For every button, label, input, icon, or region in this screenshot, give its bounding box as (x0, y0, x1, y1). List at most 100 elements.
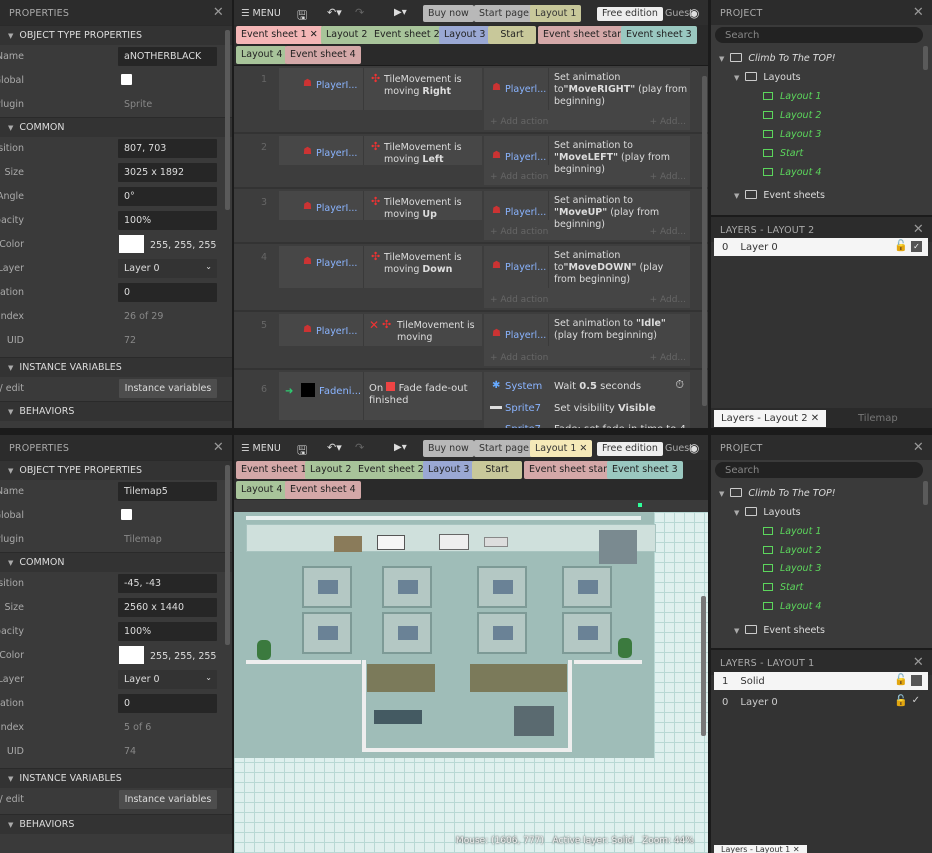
search-input[interactable]: Search (715, 462, 923, 478)
action-block[interactable]: ☗ Playerl... Set animation to"MoveRIGHT" (… (484, 68, 690, 130)
action-block[interactable]: ☗ Playerl... Set animation to"MoveDOWN" (p… (484, 246, 690, 308)
layer-row[interactable]: 1 Solid 🔓 (714, 672, 928, 690)
tree-event-sheets[interactable]: ▼ Event sheets (734, 625, 825, 636)
close-icon[interactable]: ✕ (913, 222, 924, 237)
tree-item-layout3[interactable]: Layout 3 (763, 563, 821, 574)
expand-icon[interactable]: ▼ (734, 192, 739, 200)
add-action-link[interactable]: + Add action (490, 227, 548, 237)
tree-item-layout1[interactable]: Layout 1 (763, 526, 821, 537)
angle-field[interactable]: 0° (118, 187, 217, 206)
close-icon[interactable]: ✕ (913, 440, 924, 455)
close-icon[interactable]: ✕ (213, 440, 224, 455)
user-icon[interactable]: ◉ (689, 440, 699, 457)
tab-tilemap[interactable]: Tilemap (858, 413, 898, 424)
start-page-tab[interactable]: Start page (474, 440, 534, 457)
layout1-tab[interactable]: Layout 1 ✕ (530, 440, 593, 457)
tab-layout-3[interactable]: Layout 3 (423, 461, 475, 479)
add-action-link[interactable]: + Add action (490, 172, 548, 182)
color-value[interactable]: 255, 255, 255 (150, 651, 216, 662)
expand-icon[interactable]: ▼ (719, 490, 724, 498)
section-instance-vars[interactable]: INSTANCE VARIABLES (0, 357, 232, 377)
layer-select[interactable]: Layer 0 ⌄ (118, 259, 217, 278)
tab-event-sheet-start[interactable]: Event sheet start (538, 26, 630, 44)
tree-item-layout4[interactable]: Layout 4 (763, 167, 821, 178)
tab-layout-4[interactable]: Layout 4 (236, 481, 288, 499)
section-behaviors[interactable]: BEHAVIORS (0, 401, 232, 421)
tab-event-sheet-1[interactable]: Event sheet 1 ✕ (236, 26, 323, 44)
color-swatch[interactable] (119, 235, 144, 253)
tree-item-layout2[interactable]: Layout 2 (763, 545, 821, 556)
expand-icon[interactable]: ▼ (719, 55, 724, 63)
tab-layout-3[interactable]: Layout 3 (439, 26, 491, 44)
condition-block[interactable]: ☗ PlayerI... ✣ TileMovement is moving Left (279, 136, 482, 165)
tab-event-sheet-4[interactable]: Event sheet 4 (285, 46, 361, 64)
save-icon[interactable]: 🖫 (292, 440, 312, 457)
play-icon[interactable]: ▶▾ (389, 440, 412, 457)
layout-canvas[interactable]: Mouse: (1606, 777) Active layer: Solid Z… (234, 500, 708, 853)
layer-row[interactable]: 0 Layer 0 🔓 ✓ (714, 693, 928, 711)
expand-icon[interactable]: ▼ (734, 74, 739, 82)
add-action-short[interactable]: + Add... (650, 295, 686, 305)
opacity-field[interactable]: 100% (118, 622, 217, 641)
search-input[interactable]: Search (715, 27, 923, 43)
zelev-field[interactable]: 0 (118, 694, 217, 713)
undo-icon[interactable]: ↶▾ (322, 440, 347, 457)
position-field[interactable]: 807, 703 (118, 139, 217, 158)
visible-check-icon[interactable]: ✓ (912, 695, 920, 706)
expand-icon[interactable]: ▼ (734, 509, 739, 517)
tree-item-start[interactable]: Start (763, 582, 803, 593)
layer-select[interactable]: Layer 0 ⌄ (118, 670, 217, 689)
size-label-wrap[interactable]: ▶Size (0, 602, 24, 613)
action-block[interactable]: ☗ Playerl... Set animation to "Idle" (play… (484, 314, 690, 366)
condition-block[interactable]: ☗ PlayerI... ✣ TileMovement is moving Down (279, 246, 482, 288)
menu-button[interactable]: ☰ MENU (236, 440, 286, 457)
buy-now-button[interactable]: Buy now (423, 5, 474, 22)
close-icon[interactable]: ✕ (913, 655, 924, 670)
action-block[interactable]: ☗ Playerl... Set animation to "MoveUP" (pl… (484, 191, 690, 240)
selection-handle[interactable] (638, 503, 642, 507)
undo-icon[interactable]: ↶▾ (322, 5, 347, 22)
add-action-link[interactable]: + Add action (490, 353, 548, 363)
tree-item-layout1[interactable]: Layout 1 (763, 91, 821, 102)
tab-start[interactable]: Start (472, 461, 522, 479)
tree-event-sheets[interactable]: ▼ Event sheets (734, 190, 825, 201)
scrollbar[interactable] (923, 481, 928, 505)
tab-event-sheet-3[interactable]: Event sheet 3 (607, 461, 683, 479)
scrollbar[interactable] (225, 465, 230, 645)
instance-variables-button[interactable]: Instance variables (119, 790, 217, 809)
name-field[interactable]: aNOTHERBLACK (118, 47, 217, 66)
position-label-wrap[interactable]: ▶Position (0, 143, 24, 154)
add-action-short[interactable]: + Add... (650, 227, 686, 237)
tree-root[interactable]: ▼ Climb To The TOP! (719, 53, 836, 64)
lock-icon[interactable]: 🔓 (894, 673, 908, 686)
color-value[interactable]: 255, 255, 255 (150, 240, 216, 251)
color-swatch[interactable] (119, 646, 144, 664)
condition-block[interactable]: ☗ PlayerI... ✕ ✣ TileMovement is moving (279, 314, 482, 346)
redo-icon[interactable]: ↷ (350, 440, 369, 457)
action-block[interactable]: ✱ System Wait 0.5 seconds ⏱ Sprite7 Set visib… (484, 372, 690, 428)
scrollbar[interactable] (923, 46, 928, 70)
action-block[interactable]: ☗ Playerl... Set animation to "MoveLEFT" (… (484, 136, 690, 185)
condition-block[interactable]: ➜ Fadeni... On Fade fade-out finished (279, 372, 482, 420)
layer-row[interactable]: 0 Layer 0 🔓 ✓ (714, 238, 928, 256)
visible-checkbox-icon[interactable]: ✓ (911, 241, 922, 252)
section-common[interactable]: COMMON (0, 117, 232, 137)
expand-icon[interactable]: ▼ (734, 627, 739, 635)
tree-item-layout4[interactable]: Layout 4 (763, 601, 821, 612)
instance-variables-button[interactable]: Instance variables (119, 379, 217, 398)
scrollbar[interactable] (701, 596, 706, 736)
zelev-field[interactable]: 0 (118, 283, 217, 302)
position-label-wrap[interactable]: ▶Position (0, 578, 24, 589)
tab-event-sheet-2[interactable]: Event sheet 2 (369, 26, 445, 44)
event-row[interactable]: 4 ☗ PlayerI... ✣ TileMovement is moving Down… (234, 244, 708, 310)
add-action-link[interactable]: + Add action (490, 117, 548, 127)
tree-item-layout3[interactable]: Layout 3 (763, 129, 821, 140)
section-behaviors[interactable]: BEHAVIORS (0, 814, 232, 834)
tree-layouts[interactable]: ▼ Layouts (734, 507, 801, 518)
tab-layout-2[interactable]: Layout 2 (305, 461, 357, 479)
event-row[interactable]: 2 ☗ PlayerI... ✣ TileMovement is moving Left… (234, 134, 708, 187)
close-icon[interactable]: ✕ (579, 443, 587, 454)
close-icon[interactable]: ✕ (213, 5, 224, 20)
add-action-link[interactable]: + Add action (490, 295, 548, 305)
scrollbar[interactable] (702, 76, 707, 406)
